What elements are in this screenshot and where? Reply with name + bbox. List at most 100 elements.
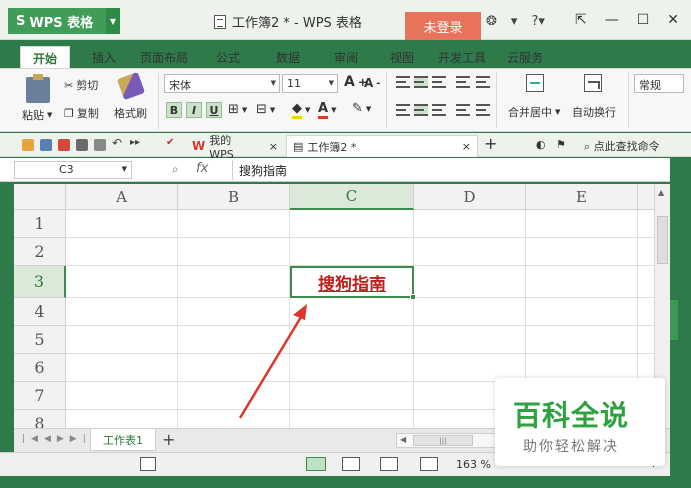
column-header-e[interactable]: E — [526, 184, 638, 210]
undo-icon[interactable]: ↶ — [112, 136, 124, 150]
align-right-icon[interactable] — [432, 104, 446, 116]
merge-center-icon[interactable] — [526, 74, 544, 92]
format-painter-button[interactable]: 格式刷 — [114, 105, 147, 121]
more-icon[interactable]: ▸▸ — [130, 137, 142, 149]
cloud-doc-icon[interactable]: ◐ — [536, 138, 546, 151]
tab-formulas[interactable]: 公式 — [210, 46, 246, 68]
tab-review[interactable]: 审阅 — [328, 46, 364, 68]
save-icon[interactable] — [40, 139, 52, 151]
normal-view-icon[interactable] — [306, 457, 326, 471]
select-all-corner[interactable] — [14, 184, 66, 210]
sheet-tab-1[interactable]: 工作表1 — [90, 429, 156, 451]
row-header-5[interactable]: 5 — [14, 326, 66, 354]
borders-button[interactable]: ⊞ ▼ — [228, 102, 247, 117]
page-break-view-icon[interactable] — [342, 457, 360, 471]
login-button[interactable]: 未登录 — [405, 12, 481, 40]
close-icon[interactable]: ✕ — [667, 12, 679, 28]
tab-view[interactable]: 视图 — [384, 46, 420, 68]
shirt-icon[interactable]: ▾ — [511, 14, 518, 29]
cell-style-button[interactable]: ⊟ ▼ — [256, 102, 275, 117]
minimize-icon[interactable]: — — [605, 12, 619, 28]
wrap-text-button[interactable]: 自动换行 — [572, 104, 616, 120]
insert-function-button[interactable]: fx — [196, 161, 208, 176]
add-sheet-button[interactable]: + — [162, 430, 175, 449]
number-format-select[interactable]: 常规 — [634, 74, 684, 93]
doc-tab-workbook2[interactable]: ▤ 工作簿2 * × — [286, 135, 478, 157]
reading-layout-icon[interactable] — [380, 457, 398, 471]
tab-cloud-services[interactable]: 云服务 — [502, 46, 548, 68]
maximize-icon[interactable]: ☐ — [637, 12, 650, 28]
customize-qat-icon[interactable]: ✔ — [166, 137, 178, 149]
align-middle-icon[interactable] — [414, 76, 428, 88]
flag-icon[interactable]: ⚑ — [556, 138, 566, 151]
skin-icon[interactable]: ❂ — [486, 14, 497, 29]
sheet-nav-arrows-icon[interactable]: |◀◀▶▶| — [22, 434, 92, 444]
tab-page-layout[interactable]: 页面布局 — [136, 46, 192, 68]
chevron-down-icon[interactable]: ▼ — [106, 8, 120, 34]
row-header-7[interactable]: 7 — [14, 382, 66, 410]
column-header-a[interactable]: A — [66, 184, 178, 210]
tab-developer[interactable]: 开发工具 — [434, 46, 490, 68]
zoom-icon[interactable]: ⌕ — [172, 162, 179, 177]
fill-color-button[interactable]: ◆ ▼ — [292, 101, 310, 119]
row-header-4[interactable]: 4 — [14, 298, 66, 326]
tab-insert[interactable]: 插入 — [84, 46, 124, 68]
column-header-next[interactable] — [638, 184, 654, 210]
font-name-select[interactable]: 宋体 ▼ — [164, 74, 280, 93]
fill-handle[interactable] — [410, 294, 416, 300]
paste-icon[interactable] — [26, 74, 50, 103]
cut-button[interactable]: ✂ 剪切 — [64, 77, 98, 93]
row-header-3[interactable]: 3 — [14, 266, 66, 298]
indent-decrease-icon[interactable] — [456, 76, 470, 88]
print-icon[interactable] — [76, 139, 88, 151]
export-pdf-icon[interactable] — [58, 139, 70, 151]
scroll-left-icon[interactable]: ◀ — [400, 435, 406, 444]
copy-button[interactable]: ❐ 复制 — [64, 105, 99, 121]
align-top-icon[interactable] — [396, 76, 410, 88]
scroll-up-icon[interactable]: ▲ — [658, 188, 664, 197]
clear-format-button[interactable]: ✎ ▼ — [352, 101, 371, 116]
align-bottom-icon[interactable] — [432, 76, 446, 88]
open-folder-icon[interactable] — [22, 139, 34, 151]
wrap-text-icon[interactable] — [584, 74, 602, 92]
column-header-c[interactable]: C — [290, 184, 414, 210]
italic-button[interactable]: I — [186, 102, 202, 118]
underline-button[interactable]: U — [206, 102, 222, 118]
row-header-2[interactable]: 2 — [14, 238, 66, 266]
calendar-icon[interactable] — [140, 457, 156, 471]
side-panel-toggle[interactable] — [670, 300, 678, 340]
scroll-thumb[interactable]: ||| — [413, 435, 473, 446]
app-menu-button[interactable]: S WPS 表格 ▼ — [8, 8, 120, 34]
font-size-select[interactable]: 11 ▼ — [282, 74, 338, 93]
close-tab-icon[interactable]: × — [462, 140, 471, 153]
print-preview-icon[interactable] — [94, 139, 106, 151]
format-painter-icon[interactable] — [116, 71, 146, 101]
scroll-thumb[interactable] — [657, 216, 668, 264]
active-cell-c3[interactable]: 搜狗指南 — [290, 266, 414, 298]
bold-button[interactable]: B — [166, 102, 182, 118]
align-left-icon[interactable] — [396, 104, 410, 116]
tab-data[interactable]: 数据 — [270, 46, 306, 68]
column-header-b[interactable]: B — [178, 184, 290, 210]
align-center-icon[interactable] — [414, 104, 428, 116]
justify-icon[interactable] — [456, 104, 470, 116]
row-header-8[interactable]: 8 — [14, 410, 66, 428]
font-color-button[interactable]: A ▼ — [318, 101, 336, 119]
horizontal-scrollbar[interactable]: ◀ ||| — [396, 433, 496, 448]
add-tab-button[interactable]: + — [484, 134, 497, 153]
tab-home[interactable]: 开始 — [20, 46, 70, 68]
font-shrink-button[interactable]: A- — [364, 76, 380, 90]
close-tab-icon[interactable]: × — [269, 140, 278, 153]
eye-protection-icon[interactable] — [420, 457, 438, 471]
row-header-6[interactable]: 6 — [14, 354, 66, 382]
column-header-d[interactable]: D — [414, 184, 526, 210]
paste-button[interactable]: 粘贴 ▼ — [22, 107, 52, 123]
name-box[interactable]: C3 ▼ — [14, 161, 132, 179]
formula-input[interactable]: 搜狗指南 — [232, 160, 664, 180]
indent-increase-icon[interactable] — [476, 76, 490, 88]
help-icon[interactable]: ?▾ — [531, 14, 544, 29]
command-search[interactable]: ⌕ 点此查找命令 — [584, 138, 660, 154]
row-header-1[interactable]: 1 — [14, 210, 66, 238]
doc-tab-my-wps[interactable]: W 我的WPS × — [186, 134, 284, 161]
merge-center-button[interactable]: 合并居中 ▼ — [508, 104, 560, 120]
